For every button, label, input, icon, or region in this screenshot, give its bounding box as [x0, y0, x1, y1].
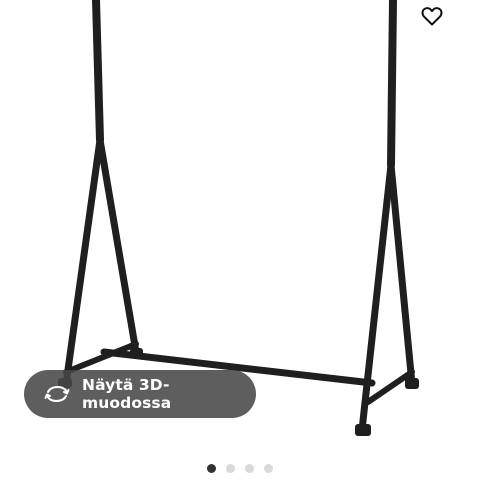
favorite-button[interactable]	[420, 4, 444, 28]
carousel-dot-2[interactable]	[226, 463, 235, 473]
carousel-dot-1[interactable]	[207, 463, 216, 473]
image-carousel-pagination	[0, 462, 480, 474]
carousel-dot-3[interactable]	[245, 463, 254, 473]
heart-outline-icon	[420, 4, 444, 28]
view-in-3d-button[interactable]: Näytä 3D-muodossa	[24, 370, 256, 418]
carousel-dot-4[interactable]	[264, 463, 273, 473]
rotate-3d-icon	[44, 384, 70, 404]
view-in-3d-label: Näytä 3D-muodossa	[82, 376, 172, 412]
